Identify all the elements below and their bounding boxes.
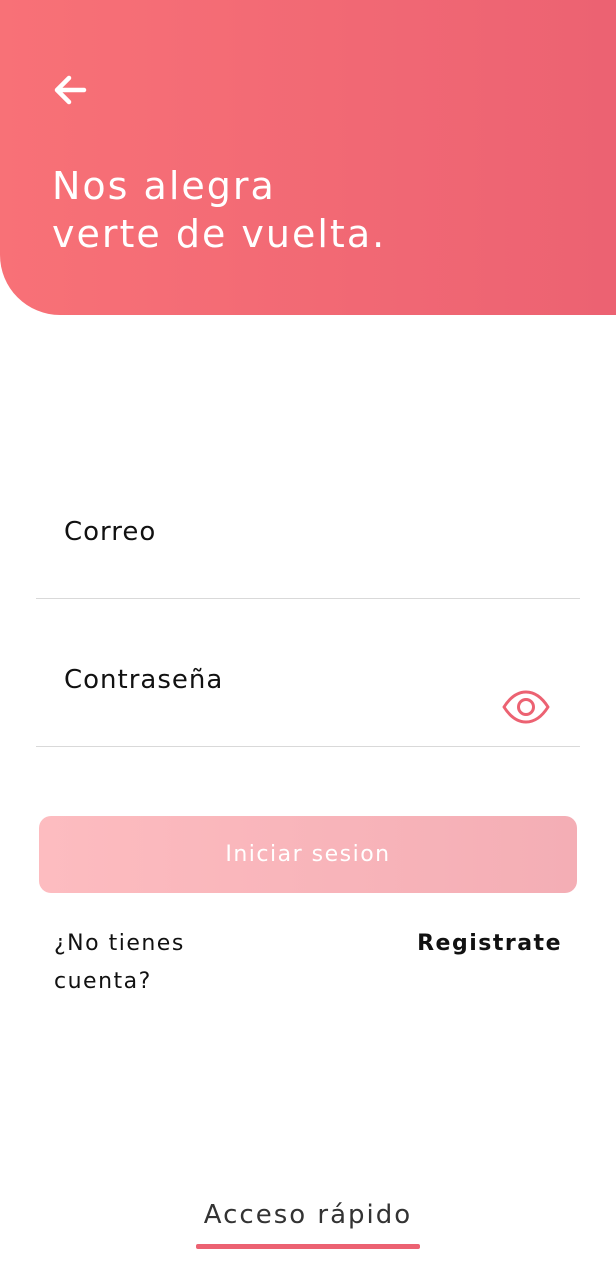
arrow-left-icon [54, 75, 87, 105]
toggle-password-visibility-button[interactable] [500, 687, 552, 727]
page-title: Nos alegra verte de vuelta. [52, 164, 387, 256]
password-input[interactable] [36, 647, 580, 746]
password-field[interactable]: Contraseña [36, 647, 580, 747]
eye-icon [502, 690, 550, 724]
quick-access-tab[interactable]: Acceso rápido [196, 1200, 420, 1230]
email-field[interactable]: Correo [36, 499, 580, 599]
header-banner: Nos alegra verte de vuelta. [0, 0, 616, 315]
back-button[interactable] [46, 66, 94, 114]
login-button-label: Iniciar sesion [225, 842, 391, 867]
quick-access-underline [196, 1244, 420, 1249]
email-input[interactable] [36, 499, 580, 598]
login-button[interactable]: Iniciar sesion [39, 816, 577, 893]
register-link[interactable]: Registrate [417, 925, 562, 963]
no-account-text: ¿No tienes cuenta? [54, 931, 185, 994]
